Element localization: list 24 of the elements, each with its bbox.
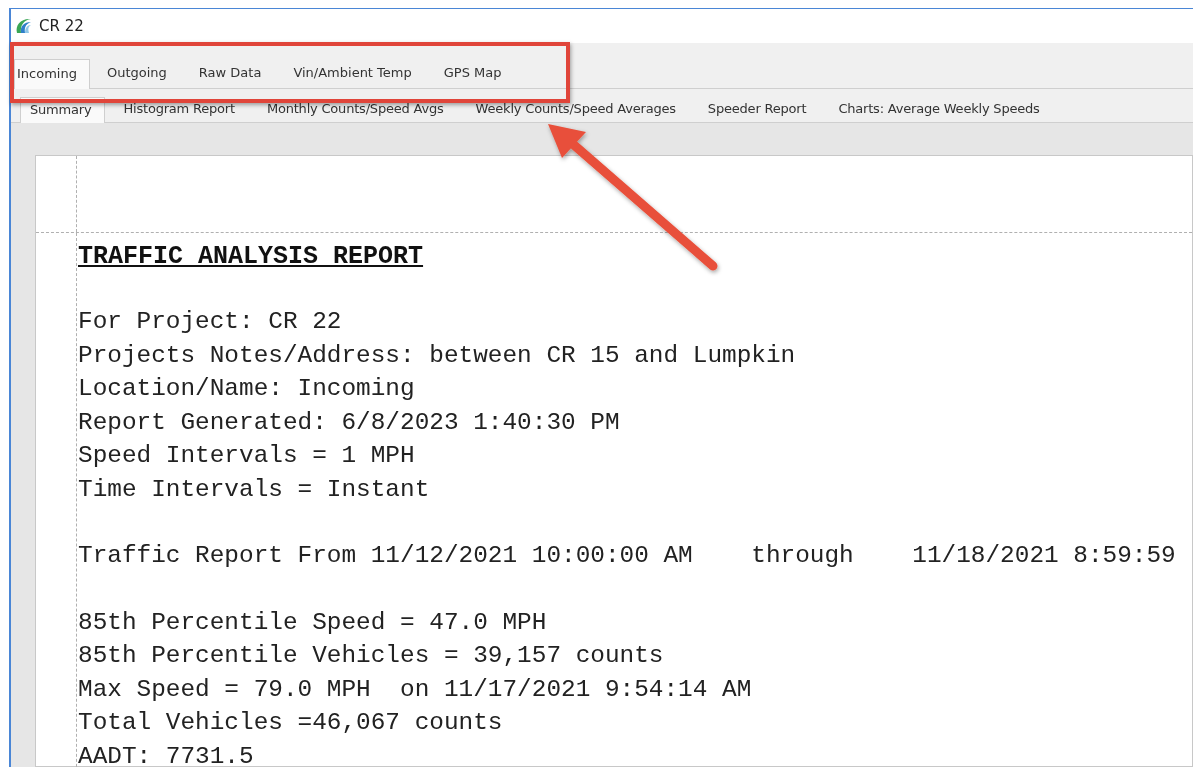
tab[interactable]: Outgoing: [103, 58, 182, 88]
report-line: Projects Notes/Address: between CR 15 and Lumpkin: [78, 340, 797, 371]
tab[interactable]: Raw Data: [195, 58, 277, 88]
report-line: 85th Percentile Vehicles = 39,157 counts: [78, 641, 665, 671]
tab[interactable]: Charts: Average Weekly Speeds: [824, 96, 1054, 122]
report-line: Total Vehicles =46,067 counts: [78, 708, 504, 738]
tab[interactable]: Speeder Report: [693, 96, 821, 122]
tab[interactable]: Monthly Counts/Speed Avgs: [252, 96, 458, 122]
report-title: TRAFFIC ANALYSIS REPORT: [78, 241, 425, 273]
report-line: Location/Name: Incoming: [78, 374, 416, 404]
report-line: Speed Intervals = 1 MPH: [78, 441, 416, 471]
report-line: Traffic Report From 11/12/2021 10:00:00 AM through 11/18/2021 8:59:59: [78, 541, 1177, 571]
report-line: Time Intervals = Instant: [78, 474, 431, 505]
tab[interactable]: Incoming: [14, 59, 90, 89]
report-line: For Project: CR 22: [78, 307, 343, 337]
tab[interactable]: Weekly Counts/Speed Averages: [461, 96, 690, 122]
report-line: 85th Percentile Speed = 47.0 MPH: [78, 607, 548, 638]
report-line: Report Generated: 6/8/2023 1:40:30 PM: [78, 407, 621, 438]
tab[interactable]: Vin/Ambient Temp: [290, 58, 427, 88]
tab[interactable]: GPS Map: [440, 58, 517, 88]
window-title: CR 22: [39, 17, 84, 35]
tab[interactable]: Histogram Report: [109, 96, 249, 122]
report-line: Max Speed = 79.0 MPH on 11/17/2021 9:54:14 AM: [78, 674, 753, 705]
report-line: AADT: 7731.5: [78, 741, 255, 767]
